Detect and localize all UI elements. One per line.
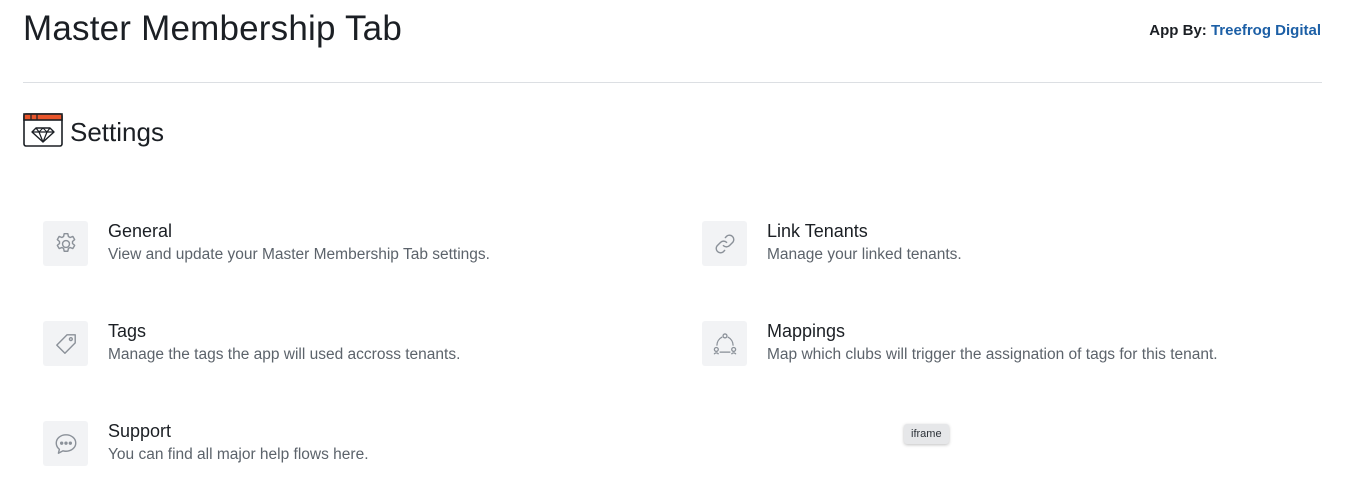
card-general[interactable]: General View and update your Master Memb… xyxy=(43,221,490,266)
page-title: Master Membership Tab xyxy=(23,9,402,48)
card-description: You can find all major help flows here. xyxy=(108,446,369,463)
card-mappings[interactable]: Mappings Map which clubs will trigger th… xyxy=(702,321,1218,366)
page: Master Membership Tab App By: Treefrog D… xyxy=(0,0,1345,489)
iframe-tooltip: iframe xyxy=(904,424,949,444)
card-description: View and update your Master Membership T… xyxy=(108,246,490,263)
browser-diamond-icon xyxy=(23,112,70,152)
card-support[interactable]: Support You can find all major help flow… xyxy=(43,421,369,466)
section-title: Settings xyxy=(70,117,164,147)
card-title: Mappings xyxy=(767,321,846,341)
card-title: Link Tenants xyxy=(767,221,868,241)
link-icon xyxy=(702,221,747,266)
card-tags[interactable]: Tags Manage the tags the app will used a… xyxy=(43,321,460,366)
header-divider xyxy=(23,82,1322,83)
card-description: Manage your linked tenants. xyxy=(767,246,962,263)
app-by: App By: Treefrog Digital xyxy=(1149,21,1321,41)
app-by-label: App By: xyxy=(1149,22,1207,39)
chat-bubble-icon xyxy=(43,421,88,466)
card-description: Manage the tags the app will used accros… xyxy=(108,346,461,363)
card-title: Tags xyxy=(108,321,147,341)
card-title: General xyxy=(108,221,173,241)
card-link-tenants[interactable]: Link Tenants Manage your linked tenants. xyxy=(702,221,962,266)
section-header: Settings xyxy=(23,112,164,152)
card-title: Support xyxy=(108,421,172,441)
card-description: Map which clubs will trigger the assigna… xyxy=(767,346,1218,363)
app-by-link[interactable]: Treefrog Digital xyxy=(1211,22,1321,39)
network-icon xyxy=(702,321,747,366)
tag-icon xyxy=(43,321,88,366)
gear-icon xyxy=(43,221,88,266)
